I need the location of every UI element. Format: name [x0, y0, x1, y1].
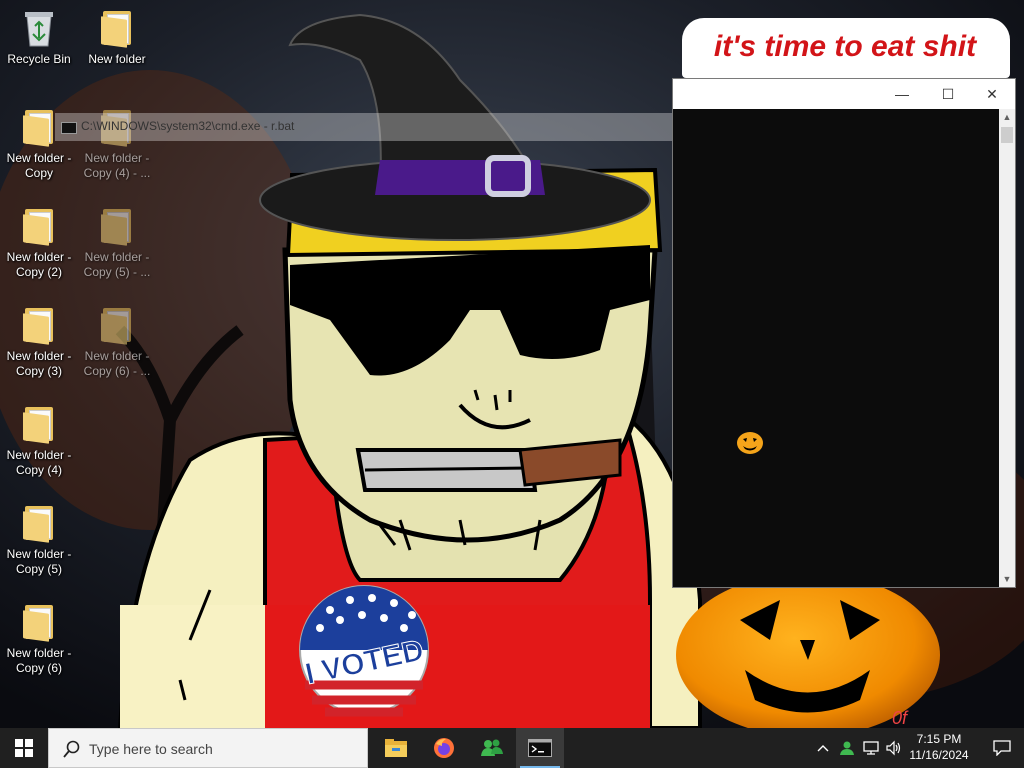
taskbar-app-command-prompt[interactable]	[516, 728, 564, 768]
maximize-button[interactable]: ☐	[925, 79, 971, 109]
console-scrollbar[interactable]: ▲ ▼	[999, 109, 1015, 587]
taskbar-app-file-explorer[interactable]	[372, 728, 420, 768]
corner-mark: 0f	[892, 708, 909, 728]
console-window[interactable]: — ☐ ✕ ▲ ▼	[672, 78, 1016, 588]
desktop-icon[interactable]: New folder - Copy (3)	[1, 305, 77, 379]
minimize-button[interactable]: —	[879, 79, 925, 109]
firefox-icon	[434, 738, 454, 758]
people-icon	[481, 739, 503, 756]
network-icon	[863, 741, 879, 755]
windows-logo-icon	[15, 739, 33, 757]
scroll-down-arrow-icon[interactable]: ▼	[999, 571, 1015, 587]
search-icon	[63, 740, 80, 758]
desktop-icon[interactable]: New folder - Copy (6) - ...	[79, 305, 155, 379]
taskbar-clock[interactable]: 7:15 PM 11/16/2024	[900, 731, 978, 763]
desktop-icon[interactable]: Recycle Bin	[1, 8, 77, 67]
taskbar-app-firefox[interactable]	[420, 728, 468, 768]
desktop-icon[interactable]: New folder - Copy (6)	[1, 602, 77, 676]
close-button[interactable]: ✕	[969, 79, 1015, 109]
desktop-icon-label: New folder - Copy (5)	[6, 547, 72, 576]
desktop-icon-label: New folder - Copy (6) - ...	[83, 349, 151, 378]
folder-icon	[21, 404, 57, 444]
desktop-icon-label: New folder - Copy (3)	[6, 349, 72, 378]
folder-icon	[21, 305, 57, 345]
pumpkin-icon	[737, 432, 763, 454]
taskbar-app-people[interactable]	[468, 728, 516, 768]
notification-icon	[993, 740, 1011, 756]
desktop-icon[interactable]: New folder - Copy (5)	[1, 503, 77, 577]
scroll-thumb[interactable]	[1001, 127, 1013, 143]
folder-icon	[99, 8, 135, 48]
cmd-window-ghost-titlebar[interactable]: C:\WINDOWS\system32\cmd.exe - r.bat	[55, 113, 675, 141]
search-placeholder: Type here to search	[89, 741, 213, 757]
recycle-bin-icon	[21, 8, 57, 48]
terminal-icon	[528, 739, 552, 757]
tray-overflow-button[interactable]	[812, 728, 834, 768]
close-icon: ✕	[986, 85, 998, 102]
tray-network[interactable]	[860, 728, 882, 768]
desktop-icon-label: Recycle Bin	[7, 52, 71, 66]
notification-center-button[interactable]	[980, 728, 1024, 768]
folder-icon	[99, 206, 135, 246]
user-icon	[840, 741, 854, 755]
caption-text: it's time to eat shit	[713, 30, 977, 63]
cmd-window-title: C:\WINDOWS\system32\cmd.exe - r.bat	[81, 119, 295, 133]
desktop-icon-label: New folder - Copy (4) - ...	[83, 151, 151, 180]
clock-date: 11/16/2024	[909, 748, 969, 762]
i-voted-badge: I VOTED	[299, 585, 429, 717]
desktop-icon[interactable]: New folder - Copy (4)	[1, 404, 77, 478]
desktop-icon[interactable]: New folder - Copy (5) - ...	[79, 206, 155, 280]
desktop-icon-label: New folder	[88, 52, 146, 66]
desktop-icon[interactable]: New folder	[79, 8, 155, 67]
folder-icon	[21, 602, 57, 642]
minimize-icon: —	[895, 86, 909, 102]
tray-user[interactable]	[836, 728, 858, 768]
desktop-icon-label: New folder - Copy (5) - ...	[83, 250, 151, 279]
desktop-icon[interactable]: New folder - Copy (2)	[1, 206, 77, 280]
folder-icon	[21, 503, 57, 543]
start-button[interactable]	[0, 728, 48, 768]
scroll-up-arrow-icon[interactable]: ▲	[999, 109, 1015, 125]
taskbar: Type here to search 7:15 PM 11/16/2024	[0, 728, 1024, 768]
folder-icon	[21, 107, 57, 147]
folder-icon	[385, 739, 407, 757]
clock-time: 7:15 PM	[916, 732, 962, 746]
desktop-icon-label: New folder - Copy (2)	[6, 250, 72, 279]
taskbar-search-box[interactable]: Type here to search	[48, 728, 368, 768]
chevron-up-icon	[817, 745, 829, 752]
desktop-icon-label: New folder - Copy	[6, 151, 72, 180]
console-titlebar[interactable]: — ☐ ✕	[673, 79, 1015, 109]
maximize-icon: ☐	[941, 85, 955, 102]
desktop-icon-label: New folder - Copy (6)	[6, 646, 72, 675]
terminal-icon	[61, 122, 77, 134]
folder-icon	[99, 305, 135, 345]
desktop-icon-label: New folder - Copy (4)	[6, 448, 72, 477]
folder-icon	[21, 206, 57, 246]
